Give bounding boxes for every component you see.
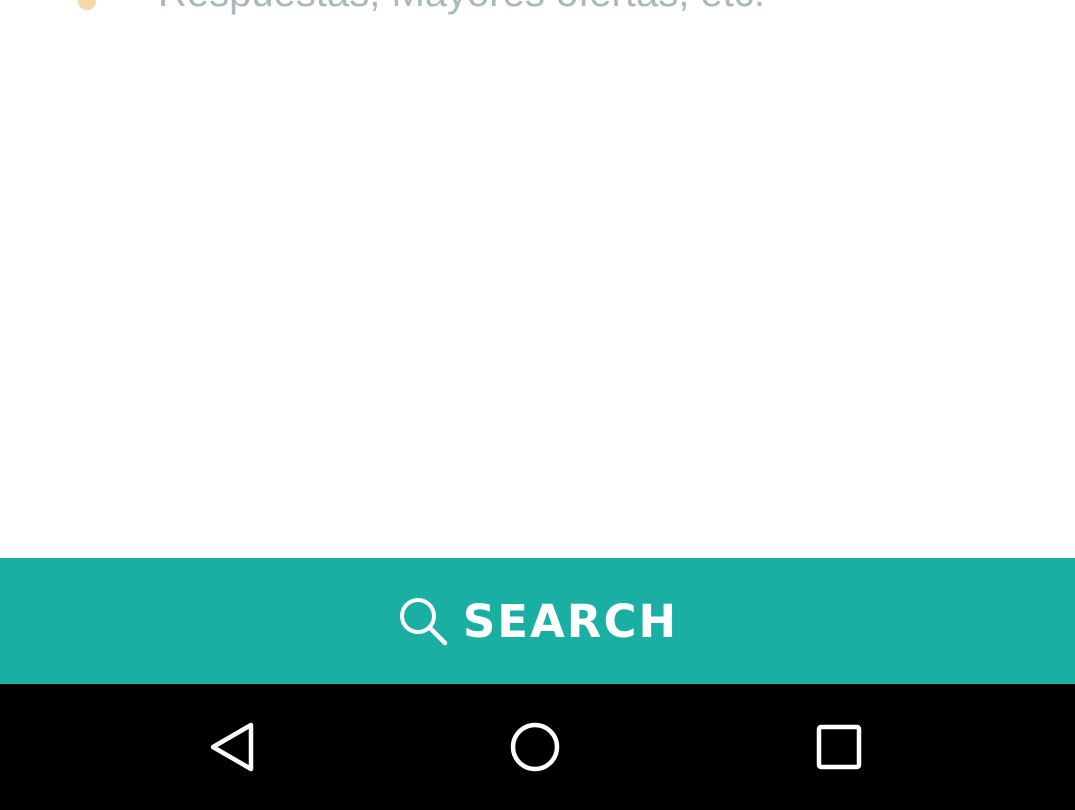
search-icon [399, 598, 448, 646]
system-navigation-bar [0, 684, 1075, 810]
list-item: Respuestas, Mayores ofertas, etc. [0, 0, 1075, 13]
bullet-icon [78, 0, 96, 10]
back-icon[interactable] [203, 717, 263, 777]
app-screen: Respuestas, Mayores ofertas, etc. SEARCH [0, 0, 1075, 810]
content-area: Respuestas, Mayores ofertas, etc. [0, 0, 1075, 558]
search-button[interactable]: SEARCH [0, 558, 1075, 684]
home-icon[interactable] [505, 717, 565, 777]
recent-apps-icon[interactable] [809, 717, 869, 777]
list-item-text: Respuestas, Mayores ofertas, etc. [158, 0, 765, 13]
search-button-label: SEARCH [462, 594, 679, 648]
